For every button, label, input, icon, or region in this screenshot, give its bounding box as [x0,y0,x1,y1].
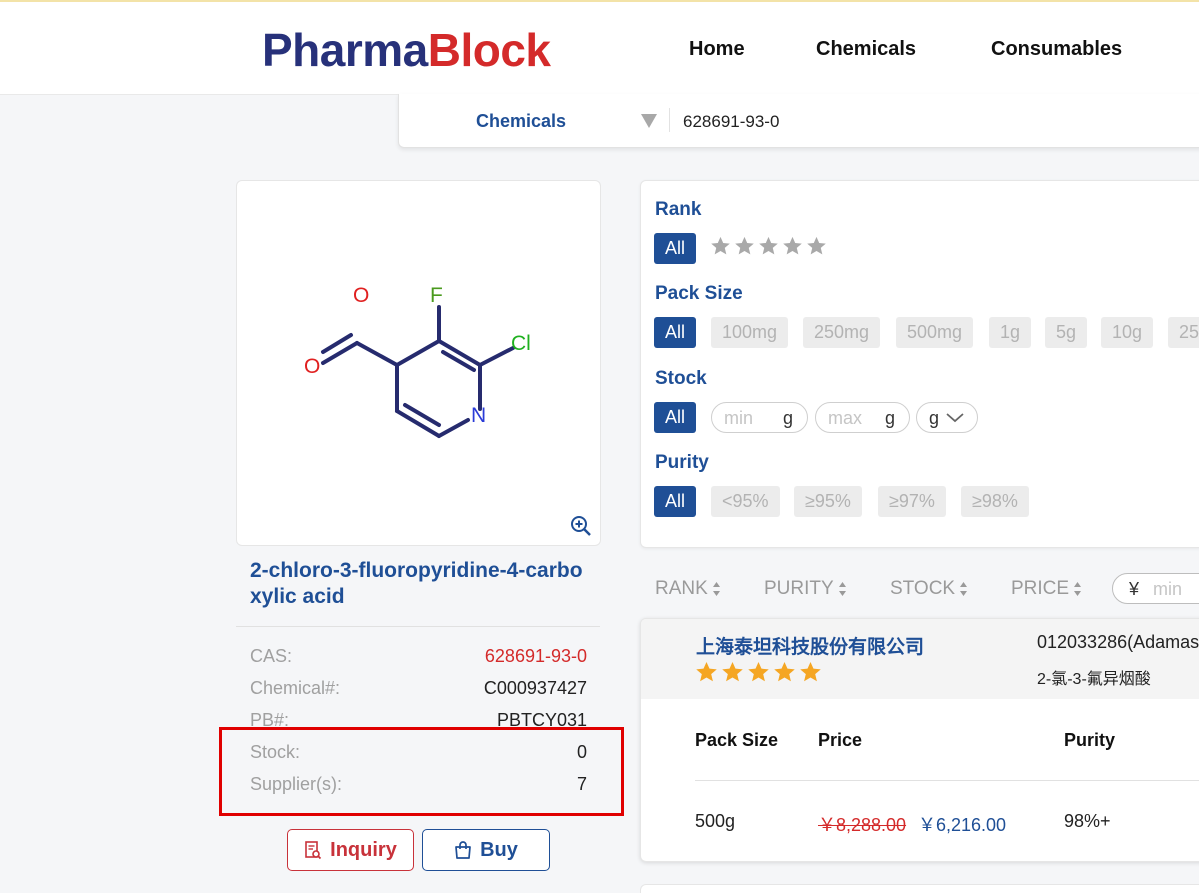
purity-filter-title: Purity [655,452,709,473]
pack-size-1g[interactable]: 1g [989,317,1032,348]
star-icon[interactable] [758,236,779,256]
inquiry-button[interactable]: Inquiry [287,829,414,871]
supplier-rating [695,661,822,683]
sort-purity[interactable]: PURITY [764,578,847,600]
star-icon[interactable] [782,236,803,256]
logo-text-block: Block [427,24,551,76]
sort-caret-icon [838,581,846,596]
dropdown-arrow-icon[interactable] [641,114,657,128]
logo-text-pharma: Pharma [262,24,428,76]
stock-min-placeholder: min [724,408,754,428]
table-divider [695,780,1199,781]
sort-caret-icon [960,581,968,596]
stock-filter-all[interactable]: All [654,402,697,433]
col-price: Price [818,730,863,750]
row-price: ￥6,216.00 [918,815,1007,835]
sort-price-label: PRICE [1011,578,1070,599]
search-bar: Chemicals 628691-93-0 [398,94,1199,148]
sort-stock[interactable]: STOCK [890,578,968,600]
atom-o-2: O [304,355,320,378]
stock-max-unit: g [884,408,895,428]
site-logo[interactable]: PharmaBlock [262,24,551,76]
star-icon[interactable] [710,236,731,256]
stock-unit-select[interactable]: g [916,402,978,433]
sort-purity-label: PURITY [764,578,834,599]
pack-size-filter-title: Pack Size [655,283,743,304]
atom-n: N [471,404,486,427]
star-filled-icon [748,661,769,682]
rank-filter-all[interactable]: All [654,233,697,264]
pack-size-25g[interactable]: 25g [1168,317,1199,348]
chemical-structure-diagram: O O F Cl N [304,284,531,438]
cas-value[interactable]: 628691-93-0 [485,646,587,667]
sort-caret-icon [1074,581,1082,596]
price-min-placeholder: min [1153,579,1183,599]
supplier-name-link[interactable]: 上海泰坦科技股份有限公司 [696,632,924,659]
stock-min-unit: g [782,408,793,428]
star-icon[interactable] [734,236,755,256]
structure-image-card: O O F Cl N [236,180,601,546]
pack-size-250mg[interactable]: 250mg [803,317,881,348]
star-filled-icon [774,661,795,682]
product-divider [236,626,600,627]
sort-caret-icon [712,581,720,596]
shopping-bag-icon [455,841,471,859]
pack-size-10g[interactable]: 10g [1101,317,1154,348]
row-pack-size: 500g [695,811,736,831]
currency-symbol: ¥ [1129,579,1140,599]
pack-size-5g[interactable]: 5g [1045,317,1088,348]
atom-o-1: O [353,284,369,307]
stock-max-input[interactable]: max g [815,402,910,433]
pack-size-all[interactable]: All [654,317,697,348]
col-pack-size: Pack Size [695,730,779,750]
search-category-select[interactable]: Chemicals [476,111,566,132]
atom-f: F [430,284,443,307]
purity-98-plus[interactable]: ≥98% [961,486,1029,517]
sort-stock-label: STOCK [890,578,956,599]
rank-filter-title: Rank [655,199,702,220]
chemical-number-value: C000937427 [483,678,587,698]
price-min-input[interactable]: ¥ min [1112,573,1199,604]
zoom-in-icon[interactable] [570,515,592,537]
row-old-price: ￥8,288.00 [818,815,907,835]
atom-cl: Cl [511,332,531,355]
purity-95-plus[interactable]: ≥95% [794,486,862,517]
star-filled-icon [800,661,821,682]
row-purity: 98%+ [1064,811,1111,831]
search-input[interactable]: 628691-93-0 [683,112,779,132]
stock-max-placeholder: max [828,408,863,428]
col-purity: Purity [1064,730,1116,750]
stock-filter-title: Stock [655,368,707,389]
purity-97-plus[interactable]: ≥97% [878,486,946,517]
star-filled-icon [722,661,743,682]
pack-size-100mg[interactable]: 100mg [711,317,789,348]
chevron-down-icon [946,413,964,423]
stock-min-input[interactable]: min g [711,402,808,433]
site-header: PharmaBlock Home Chemicals Consumables [0,2,1199,95]
chemical-number-label: Chemical#: [250,678,341,698]
purity-all[interactable]: All [654,486,697,517]
sort-price[interactable]: PRICE [1011,578,1082,600]
inquiry-document-icon [305,841,322,860]
star-filled-icon [696,661,717,682]
supplier-product-cn-name: 2-氯-3-氟异烟酸 [1037,671,1151,688]
inquiry-label: Inquiry [330,838,397,861]
supplier-product-code: 012033286(Adamas) [1037,632,1199,652]
nav-consumables[interactable]: Consumables [991,38,1122,61]
star-icon[interactable] [806,236,827,256]
sort-rank-label: RANK [655,578,708,599]
stock-unit-selected: g [929,408,940,428]
search-divider [669,108,670,132]
buy-label: Buy [480,838,518,861]
nav-home[interactable]: Home [689,38,745,61]
cas-label: CAS: [250,646,293,666]
buy-button[interactable]: Buy [422,829,550,871]
purity-below-95[interactable]: <95% [711,486,780,517]
sort-rank[interactable]: RANK [655,578,721,600]
highlight-box [219,727,624,816]
nav-chemicals[interactable]: Chemicals [816,38,916,61]
rank-star-filter[interactable] [710,236,827,256]
product-name: 2-chloro-3-fluoropyridine-4-carboxylic a… [250,559,583,608]
pack-size-500mg[interactable]: 500mg [896,317,974,348]
